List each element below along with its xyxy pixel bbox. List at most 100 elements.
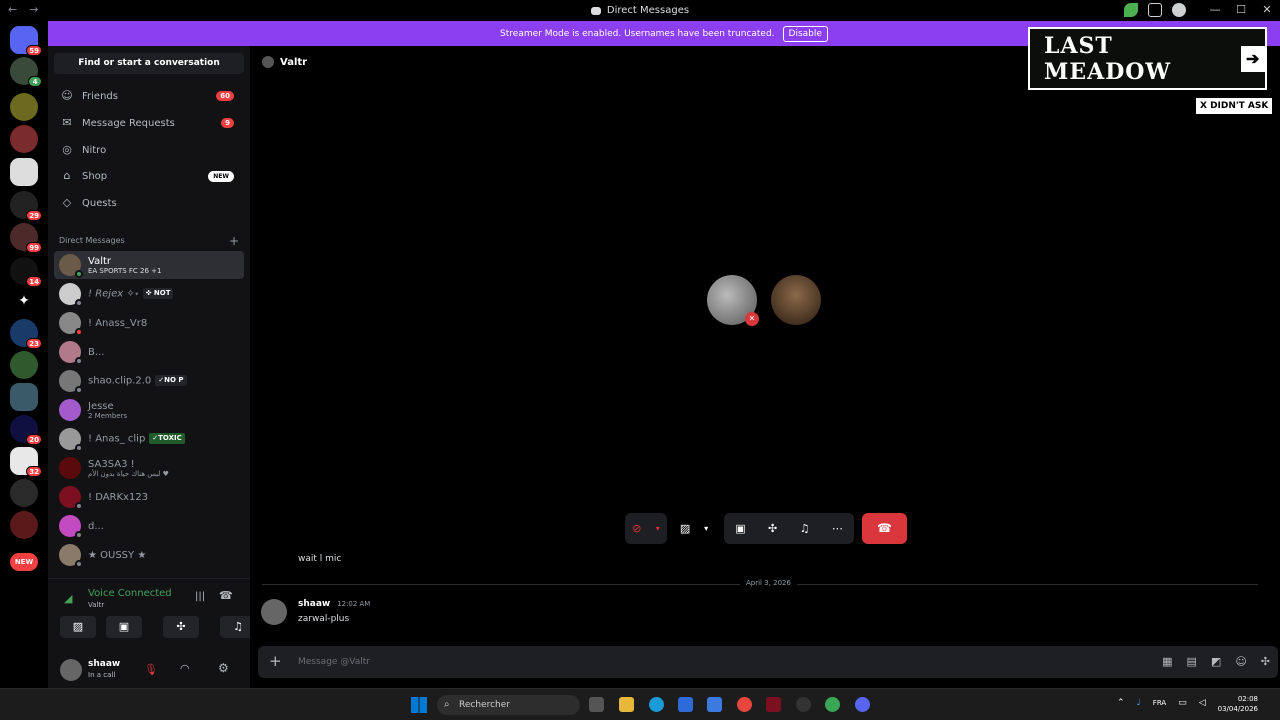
- noise-suppression-icon[interactable]: |||: [195, 591, 205, 602]
- apps-icon[interactable]: ✣: [1261, 655, 1270, 668]
- dm-item[interactable]: d...: [54, 512, 244, 540]
- voice-channel[interactable]: Valtr: [88, 601, 104, 609]
- mic-muted-icon[interactable]: 🎙︎: [144, 663, 158, 676]
- inbox-icon[interactable]: [1148, 3, 1162, 17]
- clock[interactable]: 02:08 03/04/2026: [1218, 694, 1258, 714]
- minimize-button[interactable]: —: [1202, 0, 1228, 21]
- headphones-icon[interactable]: ◠: [180, 662, 190, 675]
- file-explorer-icon[interactable]: [619, 697, 634, 712]
- dm-item-group[interactable]: Jesse 2 Members: [54, 396, 244, 424]
- message-avatar[interactable]: [261, 599, 287, 625]
- server-icon[interactable]: 20: [10, 415, 42, 445]
- nav-quests[interactable]: ◇ Quests: [54, 191, 244, 215]
- nav-shop[interactable]: ⌂ Shop NEW: [54, 164, 244, 188]
- app-icon[interactable]: [796, 697, 811, 712]
- screen-share-button[interactable]: ▣: [106, 616, 142, 638]
- quests-icon: ◇: [62, 196, 72, 209]
- dm-name: Jesse: [88, 400, 114, 412]
- dm-item-valtr[interactable]: Valtr EA SPORTS FC 26 +1: [54, 251, 244, 279]
- server-icon[interactable]: [10, 351, 38, 379]
- chevron-up-icon[interactable]: ⌃: [1117, 698, 1125, 708]
- server-icon[interactable]: [10, 383, 38, 411]
- create-dm-plus-icon[interactable]: +: [229, 234, 239, 248]
- discord-icon[interactable]: [855, 697, 870, 712]
- leaf-icon[interactable]: [1124, 3, 1138, 17]
- soundboard-icon[interactable]: ♫: [800, 522, 810, 535]
- settings-gear-icon[interactable]: ⚙: [218, 661, 229, 675]
- nav-message-requests[interactable]: ✉ Message Requests 9: [54, 111, 244, 135]
- chrome-icon[interactable]: [825, 697, 840, 712]
- message-input[interactable]: Message @Valtr: [298, 657, 370, 667]
- gif-icon[interactable]: ▤: [1187, 655, 1197, 668]
- mic-control[interactable]: ⊘ ▾: [625, 513, 667, 544]
- participant-avatar[interactable]: [771, 275, 821, 325]
- chrome-icon[interactable]: [737, 697, 752, 712]
- nav-friends[interactable]: ☺ Friends 60: [54, 84, 244, 108]
- server-icon[interactable]: 29: [10, 191, 42, 221]
- find-conversation-button[interactable]: Find or start a conversation: [54, 53, 244, 74]
- server-icon[interactable]: [10, 479, 38, 507]
- dm-item[interactable]: ★ OUSSY ★: [54, 541, 244, 569]
- forward-arrow-icon[interactable]: →: [29, 3, 38, 16]
- taskbar-search[interactable]: ⌕ Rechercher: [437, 695, 580, 715]
- clan-tag: ✓TOXIC: [149, 433, 185, 445]
- server-icon[interactable]: 4: [10, 57, 42, 87]
- store-icon[interactable]: [678, 697, 693, 712]
- dm-item[interactable]: ! Anass_Vr8: [54, 309, 244, 337]
- server-icon[interactable]: [10, 158, 38, 186]
- dm-item[interactable]: shao.clip.2.0 ✓NO P: [54, 367, 244, 395]
- task-view-icon[interactable]: [589, 697, 604, 712]
- server-icon[interactable]: 14: [10, 257, 42, 287]
- direct-messages-home-icon[interactable]: 59: [10, 26, 42, 56]
- nav-nitro[interactable]: ◎ Nitro: [54, 138, 244, 162]
- disconnect-call-icon[interactable]: ☎: [219, 589, 233, 602]
- server-icon[interactable]: 23: [10, 319, 42, 349]
- server-icon[interactable]: [10, 125, 38, 153]
- server-icon[interactable]: [10, 93, 38, 121]
- signal-icon[interactable]: ◢: [64, 592, 72, 605]
- camera-off-button[interactable]: ▨: [60, 616, 96, 638]
- dm-item[interactable]: B...: [54, 338, 244, 366]
- new-server-badge[interactable]: NEW: [10, 553, 38, 571]
- app-icon[interactable]: [766, 697, 781, 712]
- dm-item[interactable]: ! DARKx123: [54, 483, 244, 511]
- disable-streamer-mode-button[interactable]: Disable: [782, 25, 828, 42]
- edge-icon[interactable]: [649, 697, 664, 712]
- nav-label: Message Requests: [82, 117, 175, 129]
- hang-up-button[interactable]: ☎: [862, 513, 907, 544]
- dm-item[interactable]: SA3SA3 ! ليس هناك حياة بدون الأم ♥: [54, 454, 244, 482]
- unread-badge: 29: [26, 210, 42, 221]
- message-author[interactable]: shaaw: [298, 599, 330, 609]
- language-indicator[interactable]: FRA: [1153, 699, 1166, 708]
- screen-share-icon[interactable]: ▣: [735, 522, 745, 535]
- camera-off-icon[interactable]: ▨: [680, 522, 690, 535]
- emoji-icon[interactable]: ☺: [1235, 655, 1246, 668]
- add-server-icon[interactable]: ✦: [10, 287, 38, 315]
- chevron-down-icon[interactable]: ▾: [704, 524, 708, 533]
- network-icon[interactable]: ▭: [1178, 698, 1187, 708]
- help-icon[interactable]: [1172, 3, 1186, 17]
- server-icon[interactable]: [10, 511, 38, 539]
- volume-icon[interactable]: ◁: [1199, 698, 1206, 708]
- mic-icon[interactable]: ♩: [1137, 698, 1141, 708]
- attach-plus-icon[interactable]: +: [269, 652, 282, 670]
- camera-control[interactable]: ▨ ▾: [673, 513, 715, 544]
- more-options-icon[interactable]: ⋯: [832, 522, 843, 535]
- server-icon[interactable]: 99: [10, 223, 42, 253]
- activities-icon[interactable]: ✣: [768, 522, 777, 535]
- windows-start-icon[interactable]: [411, 697, 427, 713]
- mic-muted-icon[interactable]: ⊘: [632, 522, 641, 535]
- gift-icon[interactable]: ▦: [1162, 655, 1172, 668]
- overlay-badge: X DIDN'T ASK: [1196, 98, 1273, 114]
- sticker-icon[interactable]: ◩: [1211, 655, 1221, 668]
- back-arrow-icon[interactable]: ←: [8, 3, 17, 16]
- avatar[interactable]: [60, 659, 82, 681]
- dm-item[interactable]: ! Anas_ clip ✓TOXIC: [54, 425, 244, 453]
- dm-item[interactable]: ! Rejex ✧˖ ✜ NOT: [54, 280, 244, 308]
- server-icon[interactable]: 32: [10, 447, 42, 477]
- close-button[interactable]: ✕: [1254, 0, 1280, 21]
- activities-button[interactable]: ✣: [163, 616, 199, 638]
- app-icon[interactable]: [707, 697, 722, 712]
- maximize-button[interactable]: ☐: [1228, 0, 1254, 21]
- chevron-down-icon[interactable]: ▾: [656, 524, 660, 533]
